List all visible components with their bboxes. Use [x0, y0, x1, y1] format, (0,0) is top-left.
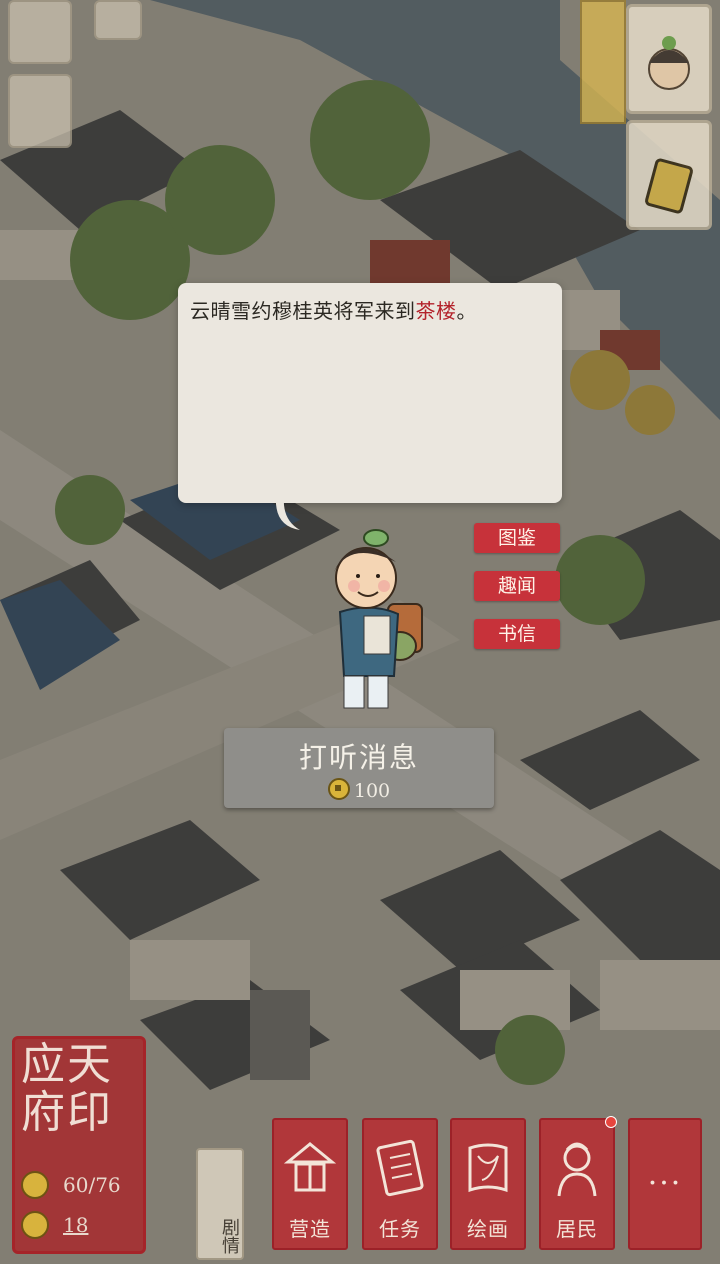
seal-title: 应天 府印 [21, 1039, 113, 1138]
story-portrait-button[interactable]: 剧情 [196, 1148, 244, 1260]
inquire-cost: 100 [224, 778, 494, 802]
copper-coin-icon [327, 778, 350, 800]
letter-icon [645, 158, 693, 214]
character-face-icon [648, 36, 690, 90]
residents-icon [557, 1142, 597, 1197]
toolbar-painting-button[interactable]: 绘画 [450, 1118, 526, 1250]
prefecture-seal-panel[interactable]: 应天 府印 60/76 18 [12, 1036, 146, 1254]
letter-item-tile[interactable] [626, 120, 712, 230]
building-shortcut-icon[interactable] [8, 74, 72, 148]
dialog-bubble: 云晴雪约穆桂英将军来到茶楼。 [178, 283, 562, 503]
npc-character-sprite[interactable] [310, 526, 430, 716]
build-icon [284, 1142, 336, 1192]
dialog-text: 云晴雪约穆桂英将军来到茶楼。 [190, 299, 477, 323]
inquire-news-label: 打听消息 [298, 741, 419, 774]
notification-dot [605, 1116, 617, 1128]
painting-icon [468, 1143, 508, 1193]
side-button-anecdotes[interactable]: 趣闻 [474, 571, 560, 601]
toolbar-residents-button[interactable]: 居民 [539, 1116, 617, 1250]
character-portrait-tile[interactable] [626, 4, 712, 114]
event-banner[interactable] [580, 0, 626, 124]
side-button-letters[interactable]: 书信 [474, 619, 560, 649]
bubble-tail-icon [275, 496, 300, 530]
toolbar-build-button[interactable]: 营造 [272, 1118, 348, 1250]
task-icon [376, 1139, 424, 1197]
toolbar-task-button[interactable]: 任务 [362, 1118, 438, 1250]
toolbar-more-button[interactable]: ··· [628, 1118, 702, 1250]
population-icon [21, 1171, 49, 1199]
building-shortcut-icon[interactable] [8, 0, 72, 64]
dialog-place-name: 茶楼 [415, 299, 457, 323]
side-button-encyclopedia[interactable]: 图鉴 [474, 523, 560, 553]
inquire-news-button[interactable]: 打听消息 100 [224, 728, 494, 808]
gold-ingot-icon [21, 1211, 49, 1239]
gold-resource: 18 [21, 1211, 137, 1241]
banner-icon[interactable] [94, 0, 142, 40]
population-resource: 60/76 [21, 1171, 137, 1201]
more-label: ··· [647, 1166, 683, 1201]
